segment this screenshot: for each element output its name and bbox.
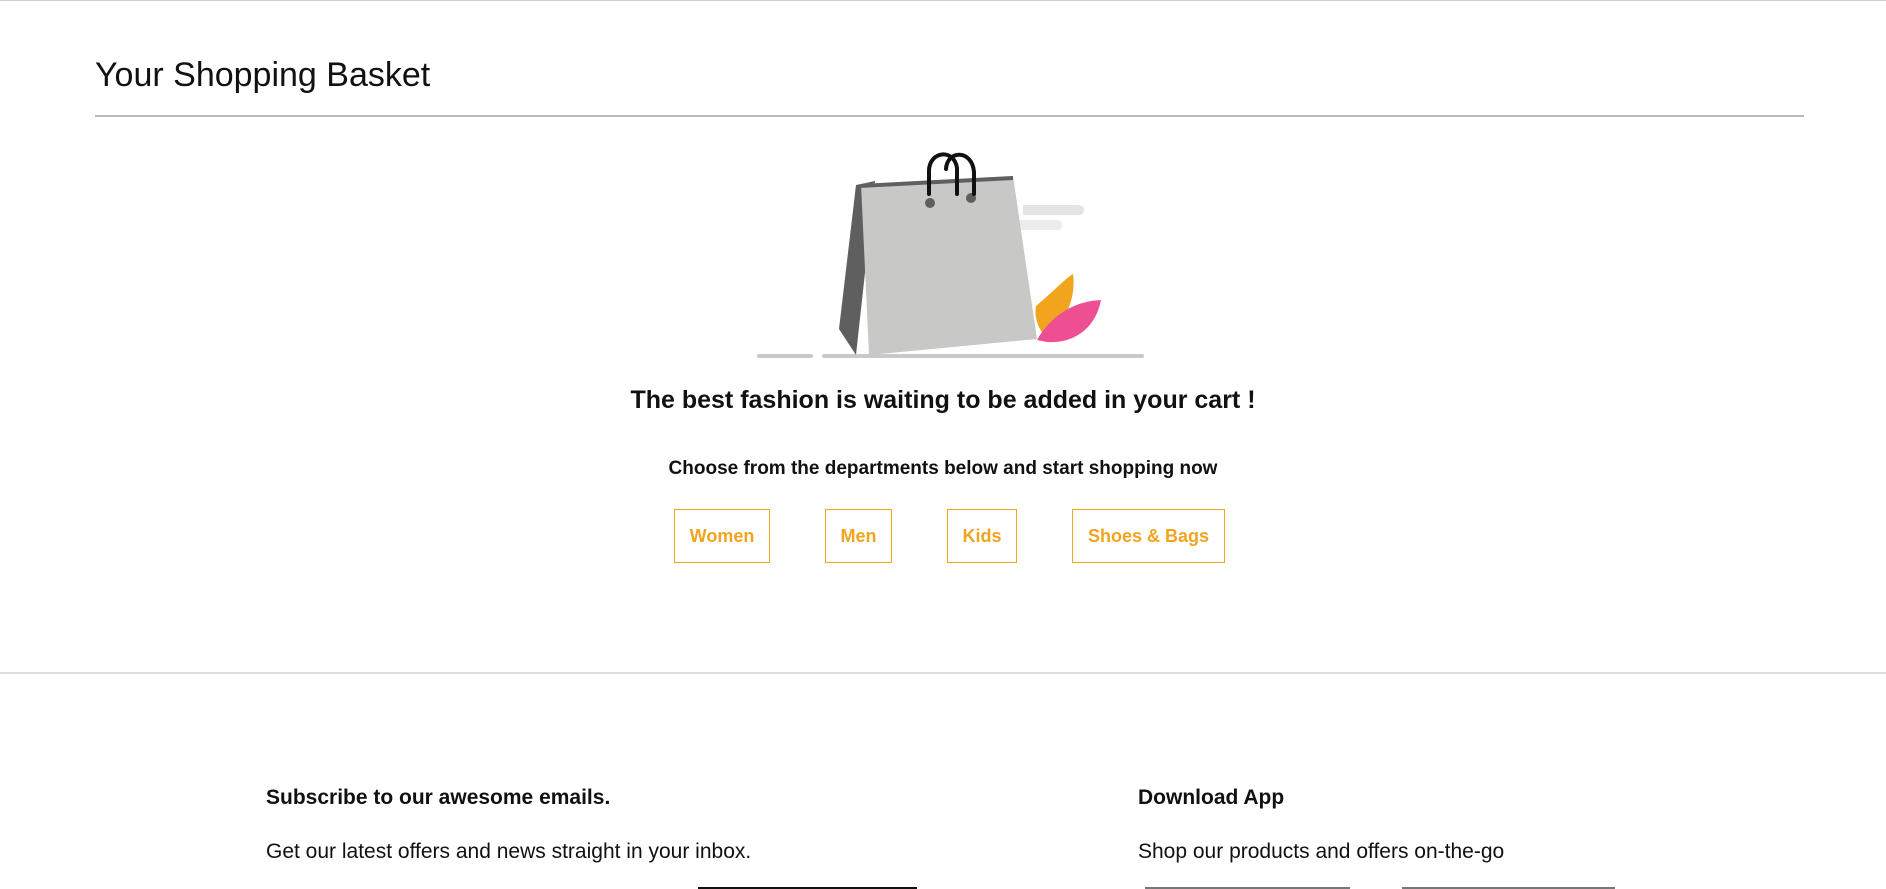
bag-handle-rivet-left [925,198,935,208]
footer-divider [0,672,1886,674]
email-subscription-section: Subscribe to our awesome emails. Get our… [266,784,886,863]
subscribe-heading: Subscribe to our awesome emails. [266,786,611,809]
download-app-section: Download App Shop our products and offer… [1138,784,1698,863]
download-app-heading: Download App [1138,786,1285,809]
download-app-description: Shop our products and offers on-the-go [1138,840,1505,863]
department-prompt: Choose from the departments below and st… [668,458,1218,479]
department-links: Women Men Kids Shoes & Bags [0,509,1886,563]
floor-lines [757,354,1144,358]
motion-lines [1012,205,1084,230]
subscribe-description: Get our latest offers and news straight … [266,840,752,863]
short-floor-line [757,354,813,358]
shoes-bags-department-button[interactable]: Shoes & Bags [1072,509,1225,563]
shopping-bag-front [861,176,1037,355]
kids-department-button[interactable]: Kids [947,509,1017,563]
motion-line-top [1023,205,1084,215]
men-department-button[interactable]: Men [825,509,892,563]
empty-cart-message: The best fashion is waiting to be added … [630,386,1256,414]
women-department-button[interactable]: Women [674,509,770,563]
basket-header: Your Shopping Basket [95,55,1804,117]
empty-shopping-bag-icon [757,152,1144,358]
shopping-basket-page: Your Shopping Basket The best fashion is… [0,0,1886,889]
page-title: Your Shopping Basket [95,56,431,94]
